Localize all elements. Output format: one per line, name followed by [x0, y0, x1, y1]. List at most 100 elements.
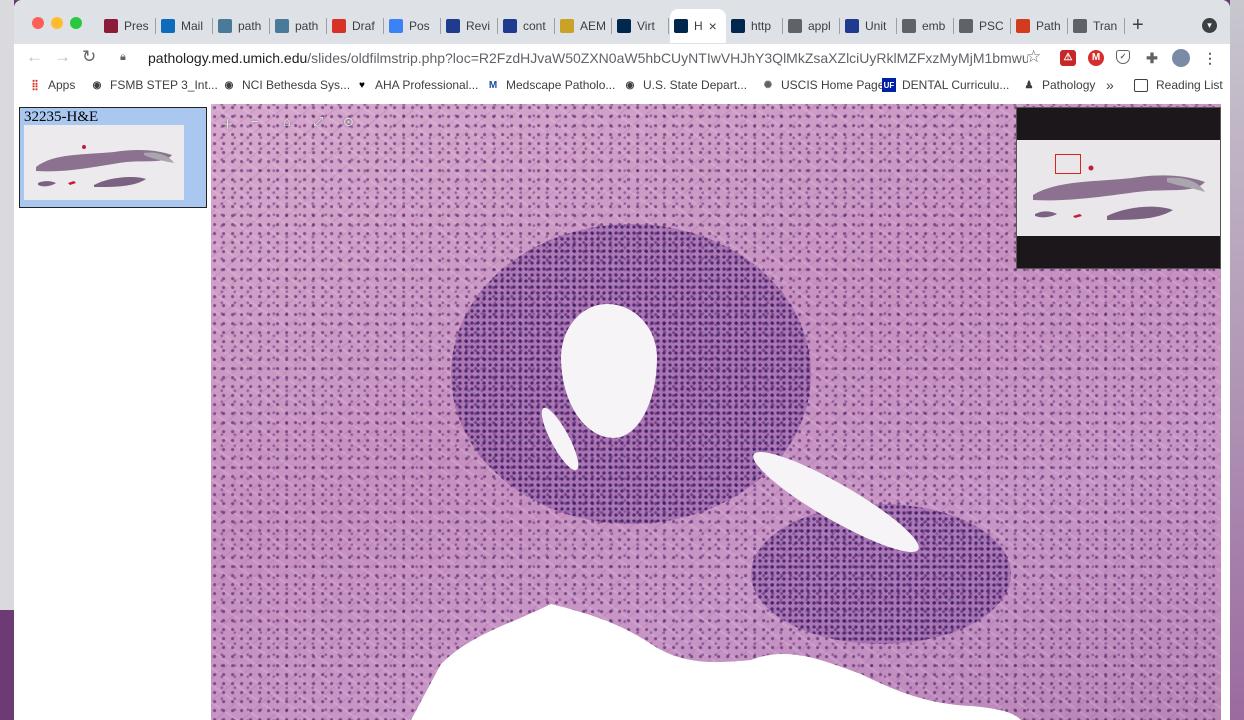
zoom-out-button[interactable]: − [251, 114, 259, 129]
gear-red-icon [1016, 19, 1030, 33]
bookmark-item[interactable]: ◉ U.S. State Depart... [623, 78, 747, 92]
browser-tab[interactable]: Revi [442, 9, 498, 43]
browser-tab[interactable]: path [271, 9, 327, 43]
tab-title: H [694, 19, 703, 33]
tab-title: http [751, 19, 772, 33]
thumbnail-tissue-image [36, 145, 174, 187]
pathology-icon [218, 19, 232, 33]
desktop-background-right [1230, 0, 1244, 720]
browser-tab[interactable]: Unit [841, 9, 897, 43]
bookmarks-bar: ⣿ Apps ◉ FSMB STEP 3_Int... ◉ NCI Bethesda Sy… [14, 72, 1230, 100]
apps-grid-icon: ⣿ [31, 79, 39, 91]
browser-tab[interactable]: Draf [328, 9, 384, 43]
uf-icon: UF [882, 78, 896, 92]
bookmark-item[interactable]: ✺ USCIS Home Page [761, 78, 885, 92]
tab-separator [440, 18, 441, 34]
forward-button[interactable]: → [54, 47, 71, 67]
extension-m-icon[interactable]: M [1088, 50, 1104, 66]
address-bar[interactable]: 🔒︎ pathology.med.umich.edu/slides/oldfil… [110, 45, 1050, 71]
tab-search-icon[interactable]: ▾ [1202, 18, 1217, 33]
presentation-icon [104, 19, 118, 33]
gmail-icon [332, 19, 346, 33]
browser-tab[interactable]: cont [499, 9, 555, 43]
journal-icon [503, 19, 517, 33]
browser-toolbar: ← → ↻ 🔒︎ pathology.med.umich.edu/slides/… [14, 44, 1230, 72]
camera-icon[interactable]: ⊙ [343, 114, 354, 130]
slide-thumbnail[interactable] [24, 125, 184, 200]
reload-button[interactable]: ↻ [82, 47, 96, 67]
browser-tab[interactable]: Pos [385, 9, 441, 43]
bookmarks-overflow-button[interactable]: » [1106, 77, 1114, 93]
globe-icon: ◉ [92, 79, 102, 91]
tab-separator [782, 18, 783, 34]
close-window-button[interactable] [32, 17, 44, 29]
overview-navigator[interactable] [1016, 107, 1221, 269]
browser-tab[interactable]: Mail [157, 9, 213, 43]
shield-icon[interactable]: ✓ [1116, 50, 1130, 64]
browser-tab[interactable]: Path [1012, 9, 1068, 43]
bookmark-item[interactable]: M Medscape Patholo... [486, 78, 616, 92]
tab-separator [326, 18, 327, 34]
outlook-icon [161, 19, 175, 33]
bookmark-item[interactable]: ◉ NCI Bethesda Sys... [222, 78, 350, 92]
bookmark-item[interactable]: ⣿ Apps [28, 78, 75, 92]
new-tab-button[interactable]: + [1132, 15, 1144, 35]
umich-icon [674, 19, 688, 33]
bookmark-item[interactable]: ♟ Pathology [1022, 78, 1096, 92]
browser-tab[interactable]: emb [898, 9, 954, 43]
profile-avatar[interactable] [1172, 49, 1190, 67]
reading-list-button[interactable]: Reading List [1134, 78, 1223, 92]
tab-title: Tran [1093, 19, 1118, 33]
browser-tab[interactable]: AEM [556, 9, 612, 43]
journal-icon [845, 19, 859, 33]
pathology-icon [275, 19, 289, 33]
extensions-puzzle-icon[interactable]: ✚ [1144, 50, 1160, 66]
bookmark-label: Medscape Patholo... [506, 78, 616, 92]
tab-title: Pres [124, 19, 149, 33]
bookmark-label: USCIS Home Page [781, 78, 885, 92]
bookmark-star-icon[interactable]: ☆ [1026, 47, 1041, 67]
tab-title: path [238, 19, 262, 33]
folder-icon [560, 19, 574, 33]
journal-icon [446, 19, 460, 33]
menu-kebab-icon[interactable]: ⋮ [1202, 50, 1218, 66]
browser-tab[interactable]: appl [784, 9, 840, 43]
extension-red-icon[interactable]: ⚠ [1060, 50, 1076, 66]
bookmark-item[interactable]: UF DENTAL Curriculu... [882, 78, 1009, 92]
google-icon [959, 19, 973, 33]
browser-tab[interactable]: Pres [100, 9, 156, 43]
bookmark-item[interactable]: ◉ FSMB STEP 3_Int... [90, 78, 218, 92]
back-button[interactable]: ← [26, 47, 43, 67]
tab-separator [896, 18, 897, 34]
tab-separator [668, 18, 669, 34]
umich-icon [731, 19, 745, 33]
bookmark-item[interactable]: ♥ AHA Professional... [355, 78, 478, 92]
maximize-window-button[interactable] [70, 17, 82, 29]
globe-icon [1073, 19, 1087, 33]
browser-window: Pres Mail path path Draf Pos Revi cont AEM Virt H ×… [14, 0, 1230, 720]
bookmark-label: NCI Bethesda Sys... [242, 78, 351, 92]
home-view-icon[interactable]: ⌂ [283, 114, 291, 129]
viewport-indicator[interactable] [1055, 154, 1081, 174]
fullscreen-icon[interactable]: ⤢ [313, 114, 323, 130]
zoom-in-button[interactable]: ＋ [221, 114, 234, 133]
browser-tab[interactable]: PSC [955, 9, 1011, 43]
browser-tab[interactable]: path [214, 9, 270, 43]
globe-icon: ◉ [224, 79, 234, 91]
tab-separator [269, 18, 270, 34]
tab-separator [1124, 18, 1125, 34]
browser-tab[interactable]: Virt [613, 9, 669, 43]
minimize-window-button[interactable] [51, 17, 63, 29]
tab-strip: Pres Mail path path Draf Pos Revi cont AEM Virt H ×… [14, 0, 1230, 44]
browser-tab[interactable]: http [727, 9, 783, 43]
page-content: 32235-H&E ＋ − ⌂ ⤢ ⊙ [14, 100, 1230, 720]
close-tab-icon[interactable]: × [709, 18, 717, 34]
browser-tab[interactable]: Tran [1069, 9, 1125, 43]
tab-title: path [295, 19, 319, 33]
browser-tab[interactable]: H × [670, 9, 726, 43]
tab-title: emb [922, 19, 946, 33]
bookmark-label: AHA Professional... [375, 78, 479, 92]
tab-title: Pos [409, 19, 430, 33]
desktop-background-left [0, 0, 14, 720]
filmstrip-slide-item[interactable]: 32235-H&E [19, 107, 207, 208]
